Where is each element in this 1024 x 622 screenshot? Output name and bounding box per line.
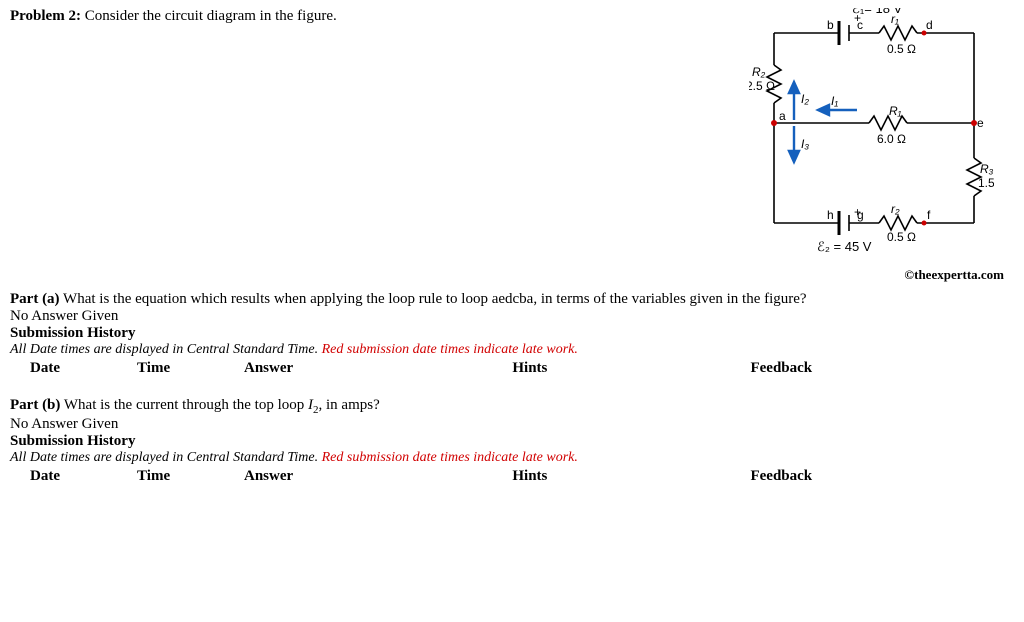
col-date: Date	[10, 358, 129, 391]
svg-text:b: b	[827, 18, 834, 32]
col-time: Time	[129, 358, 236, 391]
svg-text:0.5 Ω: 0.5 Ω	[887, 42, 916, 56]
svg-text:0.5 Ω: 0.5 Ω	[887, 230, 916, 244]
svg-text:f: f	[927, 208, 931, 222]
submission-note-prefix: All Date times are displayed in Central …	[10, 342, 322, 357]
svg-text:I₃: I₃	[801, 137, 809, 151]
submission-history-heading-a: Submission History	[10, 325, 1014, 342]
col-feedback: Feedback	[742, 358, 910, 391]
col-answer-b: Answer	[236, 466, 504, 499]
svg-text:a: a	[779, 109, 786, 123]
svg-text:e: e	[977, 116, 984, 130]
svg-text:h: h	[827, 208, 834, 222]
svg-text:R₁: R₁	[889, 104, 902, 118]
part-b-text-prefix: What is the current through the top loop	[64, 397, 308, 413]
part-b: Part (b) What is the current through the…	[10, 397, 1014, 416]
circuit-diagram: + + ℰ₁= 18 V b c d r₁ 0.5 Ω R₂ 2.5 Ω a e…	[749, 8, 994, 263]
svg-text:ℰ₂ = 45 V: ℰ₂ = 45 V	[817, 239, 872, 254]
copyright: ©theexpertta.com	[10, 267, 1004, 283]
part-a-text: What is the equation which results when …	[63, 291, 807, 307]
problem-title: Problem 2:	[10, 8, 81, 24]
submission-table-b: Date Time Answer Hints Feedback	[10, 466, 910, 499]
part-a-noanswer: No Answer Given	[10, 308, 1014, 325]
svg-text:r₂: r₂	[891, 202, 900, 216]
submission-note-red-b: Red submission date times indicate late …	[322, 450, 578, 465]
svg-text:r₁: r₁	[891, 12, 899, 26]
col-feedback-b: Feedback	[742, 466, 910, 499]
col-hints-b: Hints	[504, 466, 742, 499]
svg-text:I₁: I₁	[831, 94, 838, 108]
part-b-label: Part (b)	[10, 397, 60, 413]
svg-text:d: d	[926, 18, 933, 32]
col-time-b: Time	[129, 466, 236, 499]
submission-note-b: All Date times are displayed in Central …	[10, 450, 1014, 466]
submission-note-prefix-b: All Date times are displayed in Central …	[10, 450, 322, 465]
svg-text:R₃: R₃	[980, 162, 994, 176]
svg-text:g: g	[857, 208, 864, 222]
part-a: Part (a) What is the equation which resu…	[10, 291, 1014, 308]
svg-text:6.0 Ω: 6.0 Ω	[877, 132, 906, 146]
part-b-text-suffix: , in amps?	[319, 397, 380, 413]
problem-header: Problem 2: Consider the circuit diagram …	[10, 8, 337, 263]
svg-text:R₂: R₂	[752, 65, 766, 79]
svg-text:c: c	[857, 18, 863, 32]
part-b-noanswer: No Answer Given	[10, 416, 1014, 433]
col-hints: Hints	[504, 358, 742, 391]
submission-note-a: All Date times are displayed in Central …	[10, 342, 1014, 358]
svg-text:I₂: I₂	[801, 92, 809, 106]
part-a-label: Part (a)	[10, 291, 60, 307]
submission-history-heading-b: Submission History	[10, 433, 1014, 450]
col-date-b: Date	[10, 466, 129, 499]
problem-prompt: Consider the circuit diagram in the figu…	[85, 8, 337, 24]
svg-text:2.5 Ω: 2.5 Ω	[749, 79, 775, 93]
col-answer: Answer	[236, 358, 504, 391]
svg-text:1.5 Ω: 1.5 Ω	[978, 176, 994, 190]
submission-note-red: Red submission date times indicate late …	[322, 342, 578, 357]
submission-table-a: Date Time Answer Hints Feedback	[10, 358, 910, 391]
